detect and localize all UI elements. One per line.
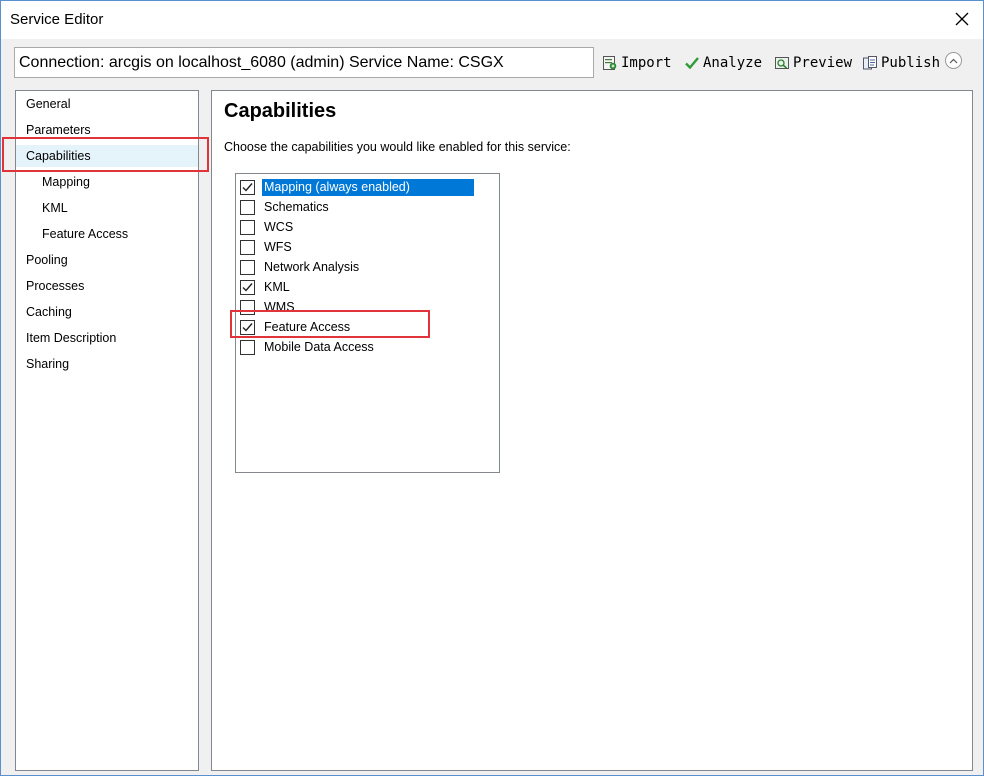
sidebar-item-feature-access[interactable]: Feature Access <box>16 223 224 245</box>
import-button[interactable]: Import <box>602 53 672 73</box>
sidebar-item-item-description[interactable]: Item Description <box>16 327 208 349</box>
service-editor-window: Service Editor Connection: arcgis on loc… <box>0 0 984 776</box>
toolbar: Connection: arcgis on localhost_6080 (ad… <box>1 39 983 85</box>
capability-item-mobile-data-access[interactable]: Mobile Data Access <box>240 337 476 357</box>
capabilities-description: Choose the capabilities you would like e… <box>224 140 571 154</box>
sidebar-item-label: Capabilities <box>26 149 91 163</box>
checkbox-checked[interactable] <box>240 179 255 195</box>
capability-item-mapping[interactable]: Mapping (always enabled) <box>240 177 476 197</box>
close-icon <box>955 12 969 26</box>
preview-icon <box>775 57 789 69</box>
capability-label: Mapping (always enabled) <box>262 178 474 196</box>
analyze-button[interactable]: Analyze <box>684 53 762 73</box>
capability-item-network-analysis[interactable]: Network Analysis <box>240 257 476 277</box>
sidebar-item-pooling[interactable]: Pooling <box>16 249 208 271</box>
capability-item-feature-access[interactable]: Feature Access <box>240 317 476 337</box>
preview-label: Preview <box>793 55 853 71</box>
checkbox-checked[interactable] <box>240 279 255 295</box>
check-icon <box>242 282 253 292</box>
sidebar-item-label: Item Description <box>26 331 117 345</box>
preview-button[interactable]: Preview <box>774 53 852 73</box>
sidebar-item-label: General <box>26 97 71 111</box>
import-label: Import <box>621 55 672 71</box>
sidebar-item-label: Mapping <box>42 175 90 189</box>
checkbox-unchecked[interactable] <box>240 239 255 255</box>
chevron-up-icon <box>949 58 958 63</box>
capability-label: KML <box>264 279 290 294</box>
sidebar-item-label: Parameters <box>26 123 91 137</box>
checkmark-icon <box>685 57 699 70</box>
capability-label: Feature Access <box>264 319 351 334</box>
capability-item-wfs[interactable]: WFS <box>240 237 476 257</box>
sidebar-item-label: Pooling <box>26 253 68 267</box>
page-title: Capabilities <box>224 100 337 122</box>
capability-label: WMS <box>264 299 295 314</box>
sidebar-nav: General Parameters Capabilities Mapping … <box>15 90 199 771</box>
checkbox-unchecked[interactable] <box>240 299 255 315</box>
connection-field[interactable]: Connection: arcgis on localhost_6080 (ad… <box>14 47 594 78</box>
sidebar-item-label: KML <box>42 201 68 215</box>
publish-button[interactable]: Publish <box>862 53 940 73</box>
checkbox-checked[interactable] <box>240 319 255 335</box>
capability-item-schematics[interactable]: Schematics <box>240 197 476 217</box>
capabilities-list: Mapping (always enabled) Schematics WCS … <box>235 173 500 473</box>
capabilities-panel: Capabilities Choose the capabilities you… <box>211 90 973 771</box>
capability-item-wcs[interactable]: WCS <box>240 217 476 237</box>
sidebar-item-label: Sharing <box>26 357 70 371</box>
sidebar-item-sharing[interactable]: Sharing <box>16 353 208 375</box>
publish-icon <box>863 56 877 70</box>
sidebar-item-label: Processes <box>26 279 85 293</box>
capability-item-wms[interactable]: WMS <box>240 297 476 317</box>
analyze-label: Analyze <box>703 55 763 71</box>
capability-item-kml[interactable]: KML <box>240 277 476 297</box>
capability-label: WFS <box>264 239 292 254</box>
capability-label: Mobile Data Access <box>264 339 374 354</box>
checkbox-unchecked[interactable] <box>240 219 255 235</box>
sidebar-item-processes[interactable]: Processes <box>16 275 208 297</box>
checkbox-unchecked[interactable] <box>240 199 255 215</box>
capability-label: Network Analysis <box>264 259 360 274</box>
import-icon <box>603 56 617 70</box>
capability-label: Schematics <box>264 199 329 214</box>
sidebar-item-label: Feature Access <box>42 227 129 241</box>
sidebar-item-kml[interactable]: KML <box>16 197 224 219</box>
sidebar-item-label: Caching <box>26 305 72 319</box>
close-button[interactable] <box>947 5 977 33</box>
window-title: Service Editor <box>10 11 104 28</box>
sidebar-item-mapping[interactable]: Mapping <box>16 171 224 193</box>
sidebar-item-caching[interactable]: Caching <box>16 301 208 323</box>
checkbox-unchecked[interactable] <box>240 259 255 275</box>
checkbox-unchecked[interactable] <box>240 339 255 355</box>
sidebar-item-parameters[interactable]: Parameters <box>16 119 208 141</box>
publish-label: Publish <box>881 55 941 71</box>
collapse-button[interactable] <box>945 52 962 69</box>
check-icon <box>242 322 253 332</box>
sidebar-item-capabilities[interactable]: Capabilities <box>16 145 198 167</box>
capability-label: WCS <box>264 219 294 234</box>
title-bar: Service Editor <box>1 1 983 39</box>
check-icon <box>242 182 253 192</box>
sidebar-item-general[interactable]: General <box>16 93 208 115</box>
